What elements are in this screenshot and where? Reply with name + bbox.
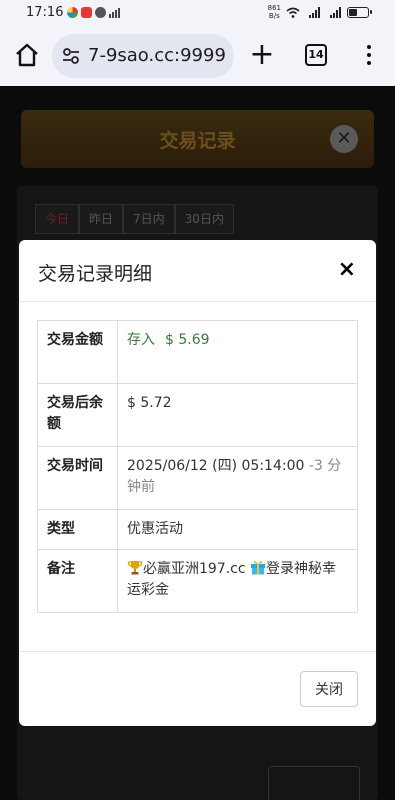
amount-value: 存入 $ 5.69: [117, 320, 358, 384]
time-label: 交易时间: [37, 446, 118, 510]
time-value: 2025/06/12 (四) 05:14:00 -3 分钟前: [117, 446, 358, 510]
url-text: 7-9sao.cc:9999: [88, 45, 226, 66]
modal-header: 交易记录明细 ×: [19, 240, 376, 302]
filter-today: 今日: [35, 204, 80, 234]
table-row: 交易时间 2025/06/12 (四) 05:14:00 -3 分钟前: [37, 446, 358, 510]
transaction-type: 存入: [127, 332, 155, 348]
balance-label: 交易后余额: [37, 383, 118, 447]
home-icon[interactable]: [14, 42, 40, 68]
app-notification-icon: [67, 7, 78, 18]
modal-title: 交易记录明细: [38, 263, 153, 285]
transaction-datetime: 2025/06/12 (四) 05:14:00: [127, 458, 305, 474]
modal-footer: 关闭: [19, 652, 376, 726]
bg-header: 交易记录 ✕: [21, 110, 374, 168]
tab-switcher-button[interactable]: 14: [305, 44, 327, 66]
balance-value: $ 5.72: [117, 383, 358, 447]
status-time: 17:16: [26, 5, 64, 20]
note-text-1: 必赢亚洲197.cc: [143, 561, 246, 577]
bg-close-icon: ✕: [330, 125, 358, 153]
filter-30-days: 30日内: [174, 204, 234, 234]
signal-small-icon: [109, 8, 120, 18]
filter-yesterday: 昨日: [79, 204, 124, 234]
site-settings-icon[interactable]: [62, 47, 80, 65]
note-value: 必赢亚洲197.cc 登录神秘幸运彩金: [117, 549, 358, 613]
table-row: 类型 优惠活动: [37, 509, 358, 550]
cell-signal-icon: [330, 6, 341, 18]
battery-icon: [347, 6, 372, 18]
new-tab-button[interactable]: +: [249, 40, 275, 70]
close-icon[interactable]: ×: [338, 258, 356, 282]
modal-body: 交易金额 存入 $ 5.69 交易后余额 $ 5.72 交易时间 2025/06/…: [19, 302, 376, 652]
more-menu-icon[interactable]: [360, 42, 378, 68]
detail-table: 交易金额 存入 $ 5.69 交易后余额 $ 5.72 交易时间 2025/06/…: [37, 320, 358, 613]
address-bar[interactable]: 7-9sao.cc:9999: [52, 34, 234, 78]
type-value: 优惠活动: [117, 509, 358, 550]
date-filter-tabs: 今日 昨日 7日内 30日内: [35, 204, 234, 234]
transaction-amount: $ 5.69: [165, 332, 210, 348]
browser-toolbar: 7-9sao.cc:9999 + 14: [0, 26, 395, 86]
amount-label: 交易金额: [37, 320, 118, 384]
wifi-icon: [286, 7, 300, 18]
chat-icon: [95, 7, 106, 18]
status-bar: 17:16 861 B/s: [0, 0, 395, 26]
transaction-detail-modal: 交易记录明细 × 交易金额 存入 $ 5.69 交易后余额 $ 5.72 交易时间…: [19, 240, 376, 726]
note-label: 备注: [37, 549, 118, 613]
notification-icons: [67, 7, 121, 18]
type-label: 类型: [37, 509, 118, 550]
close-button[interactable]: 关闭: [300, 671, 358, 707]
bg-page-title: 交易记录: [159, 130, 236, 152]
system-icons: 861 B/s: [267, 4, 372, 20]
cell-signal-icon: [309, 6, 320, 18]
bg-button: [268, 766, 360, 800]
filter-7-days: 7日内: [123, 204, 175, 234]
gift-icon: [251, 560, 266, 575]
net-speed: 861 B/s: [267, 4, 281, 20]
app-notification-icon: [81, 7, 92, 18]
table-row: 交易金额 存入 $ 5.69: [37, 320, 358, 384]
table-row: 备注 必赢亚洲197.cc 登录神秘幸运彩金: [37, 549, 358, 613]
table-row: 交易后余额 $ 5.72: [37, 383, 358, 447]
trophy-icon: [127, 561, 143, 575]
